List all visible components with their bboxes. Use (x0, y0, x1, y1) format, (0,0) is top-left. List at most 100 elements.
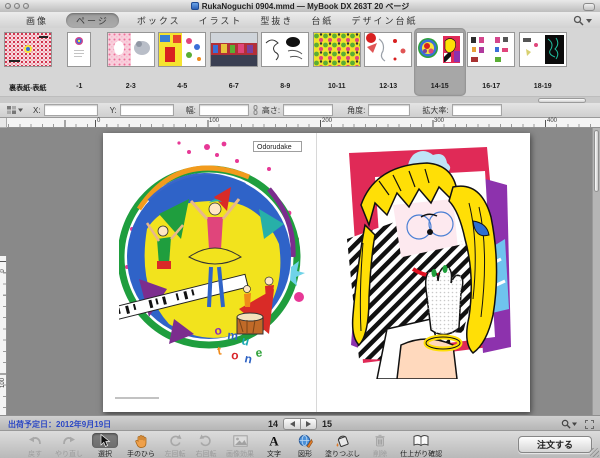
thumbnail-page-2-3[interactable]: 2-3 (105, 28, 157, 96)
tool-delete[interactable]: 削除 (369, 433, 391, 458)
scatter-letter: e (255, 345, 263, 360)
svg-text:A: A (269, 434, 279, 447)
editing-canvas[interactable]: 0 100 200 (0, 128, 600, 415)
thumbnail-label: 16-17 (482, 83, 500, 90)
alignment-menu[interactable] (6, 105, 23, 115)
trash-icon (374, 434, 386, 447)
scale-input[interactable] (452, 104, 502, 116)
cursor-icon (99, 434, 111, 447)
undo-icon (28, 434, 42, 447)
thumb-art-4-5 (159, 33, 205, 66)
tool-hand[interactable]: 手のひら (127, 433, 155, 458)
page-navigation: 14 15 (0, 418, 600, 430)
globe-pen-icon (298, 434, 313, 448)
thumbnail-scrollbar[interactable] (0, 96, 600, 103)
tool-rotate-right[interactable]: 右回転 (195, 433, 217, 458)
height-label: 高さ: (262, 105, 280, 116)
thumbnail-cover[interactable]: 裏表紙-表紙 (2, 28, 54, 96)
thumbnail-label: 18-19 (534, 83, 552, 90)
tool-text[interactable]: A 文字 (263, 433, 285, 458)
status-bar: 出荷予定日：2012年9月19日 14 15 (0, 415, 600, 430)
ruler-tick-label: 100 (0, 374, 6, 392)
scale-label: 拡大率: (422, 105, 448, 116)
current-left-page-number: 14 (268, 419, 278, 429)
thumbnail-page-12-13[interactable]: 12-13 (363, 28, 415, 96)
search-control[interactable] (573, 15, 592, 26)
arrow-right-icon (306, 421, 311, 427)
fit-to-window-icon[interactable] (585, 420, 594, 429)
left-page-artwork: o m u t o n e (119, 139, 305, 377)
tool-redo[interactable]: やり直し (55, 433, 83, 458)
scatter-letter: m (227, 328, 239, 343)
canvas-scrollbar-thumb[interactable] (594, 130, 599, 192)
search-icon (573, 15, 584, 26)
toolbar-toggle-icon[interactable] (583, 3, 595, 11)
text-icon: A (268, 434, 280, 447)
tab-design-mount[interactable]: デザイン台紙 (351, 14, 417, 27)
y-label: Y: (110, 106, 117, 115)
previous-page-button[interactable] (283, 418, 300, 430)
page-14[interactable]: o m u t o n e Odorudake (103, 133, 316, 412)
tab-page[interactable]: ページ (66, 13, 119, 28)
tool-image-effects[interactable]: 画像効果 (226, 433, 254, 458)
thumbnail-page-16-17[interactable]: 16-17 (466, 28, 518, 96)
y-input[interactable] (120, 104, 174, 116)
next-page-button[interactable] (300, 418, 317, 430)
credit-text (115, 397, 159, 399)
thumbnail-page-4-5[interactable]: 4-5 (157, 28, 209, 96)
page-spread[interactable]: o m u t o n e Odorudake (103, 133, 530, 412)
magnifier-icon (561, 419, 571, 429)
tab-image[interactable]: 画像 (26, 14, 48, 27)
ruler-tick-label: 0 (0, 262, 6, 280)
tool-fill[interactable]: 塗りつぶし (325, 433, 360, 458)
x-input[interactable] (44, 104, 98, 116)
page-15[interactable] (317, 133, 530, 412)
thumbnail-label: 6-7 (229, 83, 239, 90)
thumbnail-page-6-7[interactable]: 6-7 (208, 28, 260, 96)
window-title-text: RukaNoguchi 0904.mmd — MyBook DX 263T 20… (202, 2, 409, 11)
tab-diecut[interactable]: 型抜き (260, 14, 293, 27)
thumbnail-page-8-9[interactable]: 8-9 (260, 28, 312, 96)
thumb-art-8-9 (262, 33, 308, 66)
tool-select[interactable]: 選択 (92, 433, 118, 458)
angle-input[interactable] (368, 104, 410, 116)
thumbnail-page-1[interactable]: -1 (54, 28, 106, 96)
vertical-ruler: 0 100 200 (0, 256, 7, 415)
rotate-left-icon (168, 434, 182, 447)
tab-box[interactable]: ボックス (137, 14, 181, 27)
paint-bucket-icon (335, 434, 350, 448)
thumb-art-cover (5, 33, 51, 66)
page-thumbnail-strip: 裏表紙-表紙 -1 2-3 (0, 28, 600, 96)
thumb-art-14-15 (417, 33, 463, 66)
window-resize-grip[interactable] (590, 448, 599, 457)
properties-bar: X: Y: 幅: 高さ: 角度: 拡大率: (0, 103, 600, 118)
right-page-artwork (335, 147, 515, 379)
thumbnail-page-18-19[interactable]: 18-19 (517, 28, 569, 96)
tool-preview[interactable]: 仕上がり確認 (400, 433, 442, 458)
thumbnail-page-14-15[interactable]: 14-15 (414, 28, 466, 96)
arrow-left-icon (290, 421, 295, 427)
tool-rotate-left[interactable]: 左回転 (164, 433, 186, 458)
height-input[interactable] (283, 104, 333, 116)
tab-illustration[interactable]: イラスト (199, 14, 243, 27)
ruler-tick-label: 0 (97, 118, 100, 124)
link-dimensions-icon[interactable] (253, 105, 258, 115)
zoom-menu[interactable] (561, 419, 577, 429)
width-input[interactable] (199, 104, 249, 116)
thumb-art-6-7 (211, 33, 257, 66)
order-button[interactable]: 注文する (518, 436, 592, 453)
open-book-icon (413, 434, 429, 447)
tab-mount[interactable]: 台紙 (311, 14, 333, 27)
tool-undo[interactable]: 戻す (24, 433, 46, 458)
window-title: RukaNoguchi 0904.mmd — MyBook DX 263T 20… (0, 1, 600, 12)
thumbnail-page-10-11[interactable]: 10-11 (311, 28, 363, 96)
mode-tab-bar: 画像 ページ ボックス イラスト 型抜き 台紙 デザイン台紙 (0, 12, 600, 29)
ruler-tick-label: 300 (434, 118, 444, 124)
canvas-scrollbar[interactable] (592, 128, 600, 415)
image-effect-icon (233, 435, 248, 447)
chevron-down-icon (572, 422, 577, 426)
thumbnail-label: 10-11 (328, 83, 346, 90)
ruler-tick-label: 200 (322, 118, 332, 124)
tool-shapes[interactable]: 図形 (294, 433, 316, 458)
artwork-title-label[interactable]: Odorudake (253, 141, 302, 152)
